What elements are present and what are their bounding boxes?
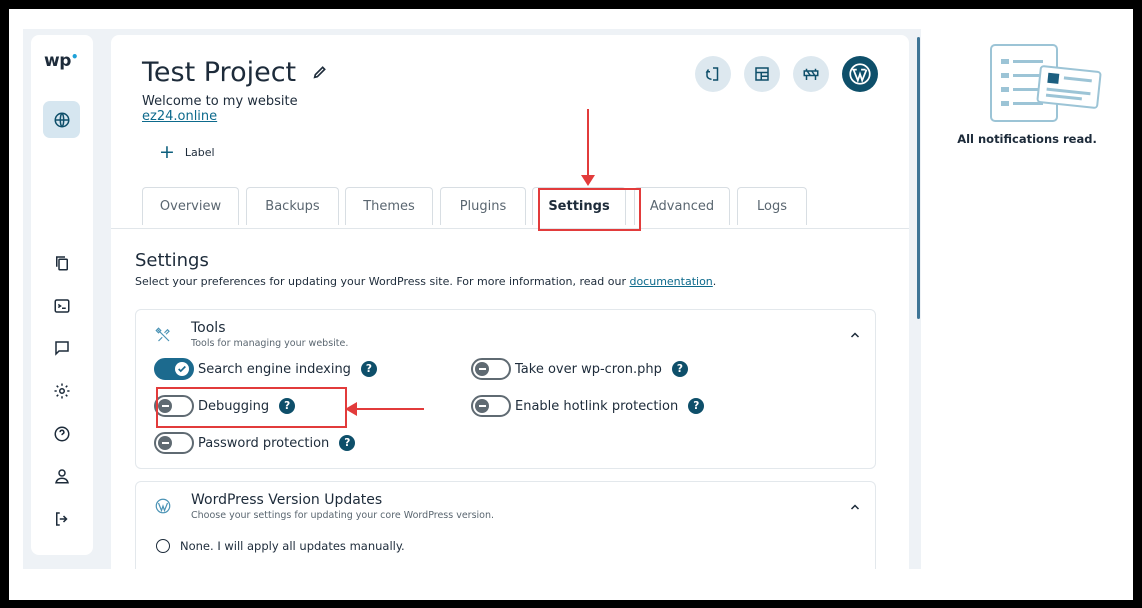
app-window: wp• Test Project Welcome to my website e… [23,29,1133,569]
search-engine-indexing-toggle[interactable] [154,358,194,380]
annotation-arrow-down-line [587,109,589,177]
notifications-illustration-icon [989,43,1103,127]
notifications-pane: All notifications read. [921,29,1133,569]
tab-plugins[interactable]: Plugins [440,187,526,225]
chevron-up-icon[interactable] [849,498,861,517]
site-domain-link[interactable]: ez24.online [142,109,217,124]
terminal-icon[interactable] [52,296,72,316]
take-over-wp-cron-label: Take over wp-cron.php [515,361,662,377]
toggle-knob [175,362,189,376]
tools-subtitle: Tools for managing your website. [191,338,349,349]
toggle-row-search-indexing: Search engine indexing ? [154,358,377,380]
password-protection-label: Password protection [198,435,330,451]
annotation-arrow-left-line [356,408,424,410]
radio-button[interactable] [156,539,170,553]
wp-updates-title: WordPress Version Updates [191,492,383,508]
edit-title-icon[interactable] [312,64,328,84]
annotation-arrowhead-left [345,402,357,416]
scrollbar[interactable] [917,37,920,319]
toggle-row-password: Password protection ? [154,432,356,454]
add-label-button[interactable]: + Label [159,143,215,162]
toggle-knob [158,436,172,450]
tab-backups[interactable]: Backups [246,187,339,225]
php-icon[interactable] [695,56,731,92]
update-option-none-label: None. I will apply all updates manually. [180,539,405,553]
search-engine-indexing-label: Search engine indexing [198,361,351,377]
user-icon[interactable] [52,466,72,486]
help-icon[interactable] [52,424,72,444]
take-over-wp-cron-toggle[interactable] [471,358,511,380]
add-label-text: Label [184,146,215,159]
annotation-settings-tab-highlight [538,188,641,231]
page-title: Test Project [142,57,297,88]
notifications-status: All notifications read. [957,132,1097,146]
help-icon[interactable]: ? [339,435,356,451]
chat-icon[interactable] [52,338,72,358]
wp-version-updates-panel: WordPress Version Updates Choose your se… [135,481,876,569]
main-card: Test Project Welcome to my website ez24.… [111,35,909,569]
documentation-link[interactable]: documentation [629,275,712,288]
settings-heading: Settings [135,250,209,271]
tab-logs[interactable]: Logs [737,187,807,225]
gear-icon[interactable] [52,381,72,401]
layout-icon[interactable] [744,56,780,92]
tab-advanced[interactable]: Advanced [634,187,730,225]
toggle-knob [475,399,489,413]
tab-themes[interactable]: Themes [345,187,433,225]
enable-hotlink-protection-toggle[interactable] [471,395,511,417]
settings-description-end: . [712,275,717,288]
help-icon[interactable]: ? [688,398,705,414]
password-protection-toggle[interactable] [154,432,194,454]
tab-overview[interactable]: Overview [142,187,239,225]
site-tagline: Welcome to my website [142,94,298,109]
update-option-none[interactable]: None. I will apply all updates manually. [156,539,405,553]
copy-icon[interactable] [52,253,72,273]
help-icon[interactable]: ? [360,361,377,377]
chevron-up-icon[interactable] [849,326,861,345]
help-icon[interactable]: ? [671,361,688,377]
annotation-debugging-highlight [156,387,347,428]
toggle-knob [475,362,489,376]
tools-title: Tools [191,320,226,336]
wp-logo[interactable]: wp• [44,50,79,71]
annotation-arrowhead-down [581,175,595,186]
enable-hotlink-protection-label: Enable hotlink protection [515,398,679,414]
left-sidebar: wp• [31,35,93,555]
maintenance-icon[interactable] [793,56,829,92]
tab-bar: Overview Backups Themes Plugins Settings… [111,187,909,229]
logout-icon[interactable] [52,509,72,529]
tools-icon [154,326,172,348]
settings-description-text: Select your preferences for updating you… [135,275,630,288]
toggle-row-hotlink: Enable hotlink protection ? [471,395,705,417]
wp-updates-subtitle: Choose your settings for updating your c… [191,510,495,521]
globe-icon[interactable] [43,101,80,138]
settings-description: Select your preferences for updating you… [135,275,716,288]
plus-icon: + [159,141,175,163]
screenshot-frame: wp• Test Project Welcome to my website e… [9,9,1133,600]
toggle-row-wp-cron: Take over wp-cron.php ? [471,358,688,380]
wordpress-small-icon [154,497,172,519]
wordpress-icon[interactable] [842,56,878,92]
